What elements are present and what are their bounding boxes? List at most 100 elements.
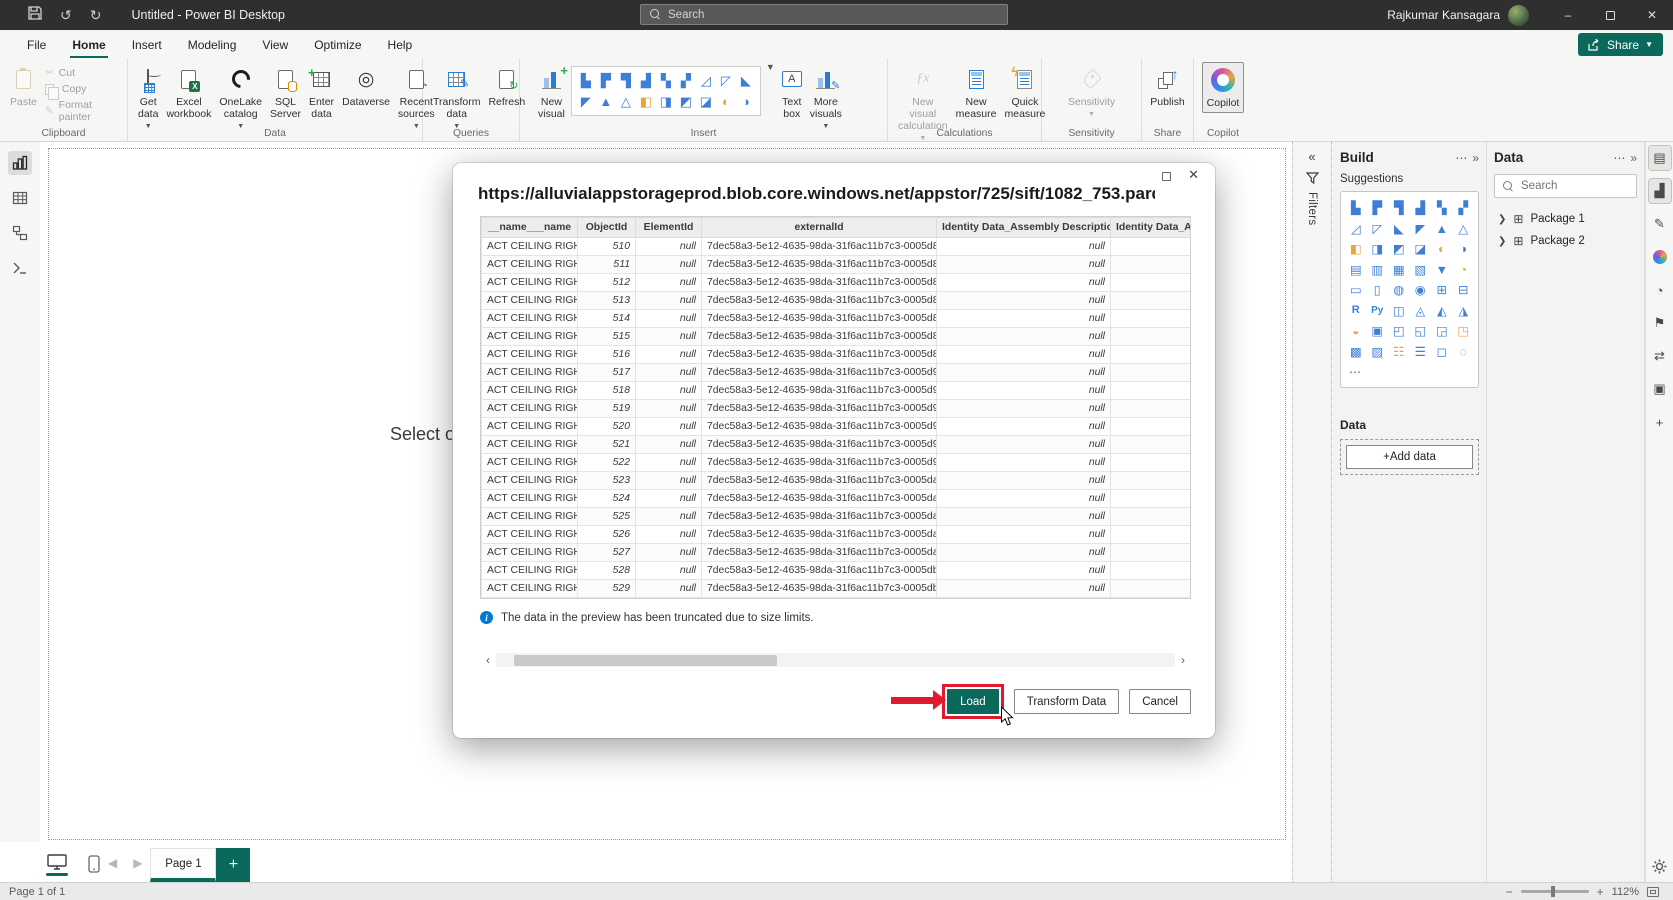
- treemap-icon[interactable]: ◑: [742, 95, 750, 108]
- desktop-layout-button[interactable]: [46, 854, 68, 876]
- funnel-chart-icon[interactable]: ◨: [1371, 243, 1383, 256]
- menu-home[interactable]: Home: [59, 32, 118, 57]
- model-view-button[interactable]: [8, 221, 32, 245]
- matrix-icon[interactable]: △: [621, 95, 631, 108]
- avatar[interactable]: [1508, 5, 1529, 26]
- line-and-clustered-column-chart-icon[interactable]: ▲: [1436, 223, 1448, 236]
- copy-button[interactable]: Copy: [41, 82, 121, 96]
- dax-query-view-button[interactable]: [8, 256, 32, 280]
- line-and-stacked-column-chart-icon[interactable]: ▚: [661, 74, 671, 87]
- new-card-icon[interactable]: ▩: [1350, 346, 1362, 359]
- dialog-restore-icon[interactable]: [1162, 172, 1171, 181]
- maximize-button[interactable]: [1589, 0, 1631, 30]
- multi-row-card-icon[interactable]: ▯: [1374, 284, 1381, 297]
- stacked-area-chart-icon[interactable]: ◣: [1394, 223, 1404, 236]
- tree-item-package-2[interactable]: ❯⊞Package 2: [1494, 230, 1637, 252]
- zoom-slider[interactable]: [1521, 890, 1589, 893]
- gallery-expand-icon[interactable]: ▼: [763, 62, 778, 72]
- scroll-right-icon[interactable]: ›: [1175, 652, 1191, 668]
- scatter-chart-icon[interactable]: ◩: [1393, 243, 1405, 256]
- donut-chart-icon[interactable]: ▲: [599, 95, 612, 108]
- pie-chart-icon[interactable]: ◪: [1414, 243, 1426, 256]
- table-icon[interactable]: ⊞: [1437, 284, 1447, 297]
- copilot-button[interactable]: Copilot: [1202, 62, 1245, 113]
- menu-insert[interactable]: Insert: [119, 32, 175, 57]
- menu-help[interactable]: Help: [375, 32, 426, 57]
- selection-pane-icon[interactable]: ▣: [1649, 377, 1671, 401]
- performance-analyzer-pane-icon[interactable]: ◔: [1649, 278, 1671, 302]
- transform-data-button[interactable]: ✎ Transform data▼: [429, 62, 484, 133]
- scrollbar-thumb[interactable]: [514, 655, 777, 666]
- clustered-bar-chart-icon[interactable]: ▜: [1394, 202, 1404, 215]
- format-pane-icon[interactable]: ✎: [1649, 212, 1671, 236]
- data-pane-options-icon[interactable]: ⋯: [1608, 151, 1630, 165]
- expand-filters-icon[interactable]: «: [1308, 149, 1315, 164]
- new-slicer-icon[interactable]: ▨: [1371, 346, 1383, 359]
- line-chart-icon[interactable]: ◿: [1351, 223, 1361, 236]
- minimize-button[interactable]: –: [1547, 0, 1589, 30]
- menu-view[interactable]: View: [249, 32, 301, 57]
- card-icon[interactable]: ◩: [680, 95, 692, 108]
- map-icon[interactable]: ▤: [1350, 264, 1362, 277]
- zoom-in-button[interactable]: +: [1597, 885, 1604, 899]
- dataverse-button[interactable]: ◎ Dataverse: [338, 62, 394, 111]
- save-icon[interactable]: [28, 6, 42, 25]
- text-slicer-icon[interactable]: ☰: [1415, 346, 1426, 359]
- more-visuals-button[interactable]: ✎ More visuals▼: [806, 62, 846, 133]
- add-data-button[interactable]: +Add data: [1346, 445, 1473, 469]
- pie-chart-icon[interactable]: ◤: [581, 95, 591, 108]
- slicer-icon[interactable]: ◣: [741, 74, 751, 87]
- decomposition-tree-icon[interactable]: ◪: [700, 95, 712, 108]
- paginated-report-icon[interactable]: ▣: [1371, 325, 1383, 338]
- tree-item-package-1[interactable]: ❯⊞Package 1: [1494, 208, 1637, 230]
- bookmarks-pane-icon[interactable]: ⚑: [1649, 311, 1671, 335]
- 100-stacked-bar-chart-icon[interactable]: ▚: [1437, 202, 1447, 215]
- paste-button[interactable]: Paste: [6, 62, 41, 111]
- build-visual-pane-icon[interactable]: ▟: [1649, 179, 1671, 203]
- gauge-icon[interactable]: ◨: [660, 95, 672, 108]
- text-box-button[interactable]: A Text box: [778, 62, 806, 123]
- stacked-column-chart-icon[interactable]: ▛: [1372, 202, 1382, 215]
- cancel-button[interactable]: Cancel: [1129, 689, 1191, 714]
- stacked-bar-chart-icon[interactable]: ▙: [581, 74, 591, 87]
- smart-narrative-icon[interactable]: ◮: [1458, 305, 1468, 318]
- line-and-stacked-column-chart-icon[interactable]: ◤: [1415, 223, 1425, 236]
- line-chart-icon[interactable]: ◿: [701, 74, 711, 87]
- page-tab[interactable]: Page 1: [150, 848, 216, 882]
- sensitivity-button[interactable]: Sensitivity▼: [1064, 62, 1119, 121]
- decomposition-tree-icon[interactable]: ◬: [1415, 305, 1425, 318]
- search-input[interactable]: Search: [640, 4, 1008, 25]
- 100-stacked-column-chart-icon[interactable]: ▞: [1458, 202, 1468, 215]
- slicer-icon[interactable]: ◉: [1415, 284, 1426, 297]
- expand-chevron-icon[interactable]: ❯: [1498, 214, 1506, 225]
- zoom-level[interactable]: 112%: [1612, 886, 1639, 898]
- arcgis-map-icon[interactable]: ▼: [1436, 264, 1448, 277]
- dialog-close-icon[interactable]: ✕: [1188, 167, 1199, 183]
- clustered-bar-chart-icon[interactable]: ▟: [641, 74, 651, 87]
- treemap-icon[interactable]: ◑: [1459, 243, 1467, 256]
- close-button[interactable]: ✕: [1631, 0, 1673, 30]
- kpi-icon[interactable]: ◍: [1393, 284, 1404, 297]
- matrix-icon[interactable]: ⊟: [1458, 284, 1468, 297]
- ribbon-chart-icon[interactable]: △: [1458, 223, 1468, 236]
- build-pane-options-icon[interactable]: ⋯: [1450, 151, 1472, 165]
- sync-slicers-pane-icon[interactable]: ⇄: [1649, 344, 1671, 368]
- azure-map-icon[interactable]: ▧: [1414, 264, 1426, 277]
- power-automate-icon[interactable]: ◱: [1414, 325, 1426, 338]
- new-measure-button[interactable]: New measure: [952, 62, 1001, 123]
- mobile-layout-button[interactable]: [88, 855, 100, 873]
- new-page-button[interactable]: +: [216, 848, 250, 882]
- area-chart-icon[interactable]: ◸: [721, 74, 731, 87]
- menu-modeling[interactable]: Modeling: [175, 32, 250, 57]
- 100-stacked-bar-chart-icon[interactable]: ▜: [621, 74, 631, 87]
- menu-optimize[interactable]: Optimize: [301, 32, 374, 57]
- waterfall-chart-icon[interactable]: ◧: [1350, 243, 1362, 256]
- key-influencers-icon[interactable]: ◫: [1393, 305, 1405, 318]
- redo-icon[interactable]: ↻: [90, 7, 102, 24]
- area-chart-icon[interactable]: ◸: [1372, 223, 1382, 236]
- r-script-visual-icon[interactable]: R: [1352, 305, 1360, 316]
- format-painter-button[interactable]: ✎Format painter: [41, 98, 121, 124]
- scorecard-icon[interactable]: ◳: [1457, 325, 1469, 338]
- next-page-icon[interactable]: ▶: [133, 856, 142, 870]
- undo-icon[interactable]: ↺: [60, 7, 72, 24]
